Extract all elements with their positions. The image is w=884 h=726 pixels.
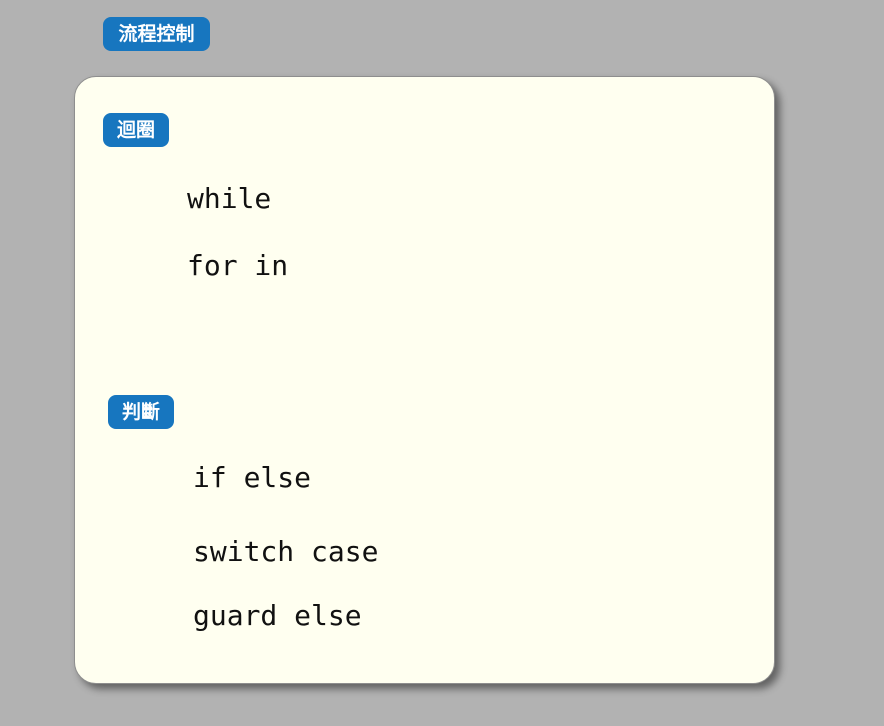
loop-section-badge: 迴圈 bbox=[103, 113, 169, 147]
condition-section-badge: 判斷 bbox=[108, 395, 174, 429]
title-badge: 流程控制 bbox=[103, 17, 210, 51]
condition-item-if-else: if else bbox=[193, 461, 312, 494]
loop-item-for-in: for in bbox=[187, 249, 289, 282]
loop-item-while: while bbox=[187, 182, 272, 215]
condition-item-switch-case: switch case bbox=[193, 535, 379, 568]
condition-item-guard-else: guard else bbox=[193, 599, 362, 632]
content-card bbox=[74, 76, 775, 684]
